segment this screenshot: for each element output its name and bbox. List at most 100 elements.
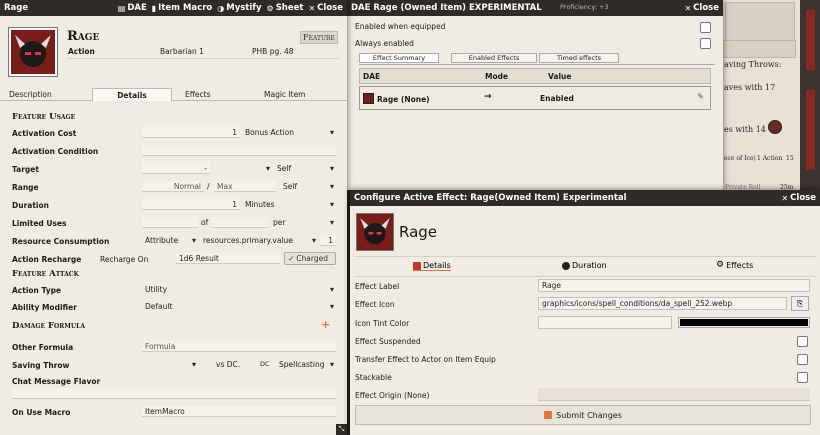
on-use-macro-input[interactable]: ItemMacro [142, 406, 336, 417]
item-macro-button[interactable]: ▮ Item Macro [152, 3, 212, 13]
enabled-when-equipped-label: Enabled when equipped [355, 22, 446, 31]
action-type-label: Action Type [12, 286, 62, 295]
save-scaling-select[interactable]: Spellcasting [276, 359, 336, 370]
duration-units-select[interactable]: Minutes [242, 199, 336, 210]
action-type-select[interactable]: Utility [142, 284, 336, 295]
file-picker-icon[interactable]: ⎘ [791, 296, 809, 311]
ability-modifier-label: Ability Modifier [12, 303, 77, 312]
consume-target-select[interactable]: resources.primary.value [200, 235, 318, 246]
col-dae: DAE [363, 72, 381, 81]
bg-block [722, 40, 796, 58]
section-damage-formula: Damage Formula [12, 321, 85, 331]
tab-effects[interactable]: Effects [185, 90, 211, 99]
range-label: Range [12, 183, 39, 192]
effect-image[interactable] [356, 213, 394, 251]
item-sheet-title: Rage [4, 3, 29, 13]
range-units-select[interactable]: Self [280, 181, 336, 192]
item-activation-type: Action [68, 47, 95, 56]
item-sheet-window: Rage ▤ DAE ▮ Item Macro ◑ Mystify ⚙ Sheet ✕ C… [0, 0, 347, 435]
save-ability-select[interactable] [142, 359, 198, 370]
target-type-select[interactable]: Self [274, 163, 336, 174]
dae-effect-row[interactable]: Rage (None) → Enabled ✎ [359, 86, 711, 110]
bg-ice-value: 15 [786, 155, 794, 162]
bg-es-with: es with 14 [724, 125, 766, 134]
sheet-button[interactable]: ⚙ Sheet [267, 3, 304, 13]
tab-timed-effects[interactable]: Timed effects [539, 53, 619, 63]
tab-effect-summary[interactable]: Effect Summary [359, 53, 439, 63]
col-mode: Mode [485, 72, 509, 81]
dae-button[interactable]: ▤ DAE [118, 3, 147, 13]
duration-value-input[interactable]: 1 [142, 199, 240, 210]
item-type-badge: Feature [300, 31, 338, 44]
uses-value-input[interactable] [142, 217, 198, 228]
bg-ice-name: ece of Ice) [724, 155, 756, 162]
tab-duration[interactable]: Duration [562, 261, 607, 270]
enabled-when-equipped-checkbox[interactable] [700, 22, 711, 33]
range-normal-input[interactable]: Normal [142, 181, 204, 192]
close-icon: ✕ [308, 3, 316, 13]
item-requirement[interactable]: Barbarian 1 [160, 47, 204, 56]
avatar[interactable] [768, 120, 782, 134]
eye-slash-icon: ◑ [217, 3, 225, 13]
suspended-checkbox[interactable] [797, 336, 808, 347]
tab-magic-item[interactable]: Magic Item [264, 90, 306, 99]
suspended-label: Effect Suspended [355, 337, 421, 346]
mystify-button[interactable]: ◑ Mystify [217, 3, 261, 13]
divider [354, 276, 816, 277]
close-button[interactable]: ✕ Close [781, 193, 816, 203]
tint-color-picker[interactable] [678, 317, 810, 328]
activation-cost-label: Activation Cost [12, 129, 77, 138]
chat-flavor-input[interactable] [12, 388, 336, 399]
save-dc-label: DC [260, 360, 270, 368]
effect-row-value: Enabled [540, 94, 574, 103]
consume-type-select[interactable]: Attribute [142, 235, 198, 246]
tab-details[interactable]: Details [413, 261, 451, 271]
item-source[interactable]: PHB pg. 48 [252, 47, 294, 56]
effect-icon-input[interactable]: graphics/icons/spell_conditions/da_spell… [538, 297, 787, 310]
tint-color-input[interactable] [538, 316, 672, 329]
close-button[interactable]: ✕ Close [308, 3, 343, 13]
tab-effects[interactable]: ⚙ Effects [716, 260, 753, 270]
add-damage-icon[interactable]: + [321, 318, 330, 331]
target-units-select[interactable] [212, 163, 272, 174]
uses-max-input[interactable] [212, 217, 268, 228]
always-enabled-checkbox[interactable] [700, 38, 711, 49]
activation-condition-input[interactable] [142, 145, 336, 156]
edit-icon[interactable]: ✎ [697, 92, 704, 101]
tab-description[interactable]: Description [9, 90, 52, 99]
item-image[interactable] [8, 27, 58, 77]
uses-of-label: of [201, 218, 209, 227]
dae-tabs: Effect Summary Enabled Effects Timed eff… [359, 53, 715, 65]
tint-color-label: Icon Tint Color [355, 319, 410, 328]
item-sheet-header[interactable]: Rage ▤ DAE ▮ Item Macro ◑ Mystify ⚙ Sheet ✕ C… [0, 0, 347, 16]
save-vs-label: vs DC. [216, 360, 241, 369]
effect-label-input[interactable]: Rage [538, 279, 810, 292]
clock-icon [562, 261, 570, 270]
range-max-input[interactable]: Max [214, 181, 276, 192]
item-name[interactable]: Rage [67, 29, 99, 44]
resize-handle-icon[interactable]: ⤡ [336, 424, 347, 435]
close-button[interactable]: ✕ Close [684, 3, 719, 13]
recharge-on-label: Recharge On [100, 255, 149, 264]
effect-row-name: Rage (None) [377, 95, 430, 104]
tab-enabled-effects[interactable]: Enabled Effects [451, 53, 537, 63]
stackable-checkbox[interactable] [797, 372, 808, 383]
consume-amount-input[interactable]: 1 [320, 235, 336, 246]
tab-details[interactable]: Details [92, 88, 172, 101]
uses-per-select[interactable]: per [270, 217, 336, 228]
recharge-value-input[interactable]: 1d6 Result [176, 253, 280, 264]
submit-changes-button[interactable]: Submit Changes [355, 405, 811, 425]
other-formula-input[interactable]: Formula [142, 341, 336, 352]
activation-type-select[interactable]: Bonus Action [242, 127, 336, 138]
dae-window: DAE Rage (Owned Item) EXPERIMENTAL ✕ Clos… [347, 0, 723, 190]
transfer-checkbox[interactable] [797, 354, 808, 365]
bg-red-bar [806, 90, 815, 170]
recharge-charged-toggle[interactable]: ✓ Charged [284, 252, 336, 265]
activation-cost-input[interactable]: 1 [142, 127, 240, 138]
target-value-input[interactable]: - [142, 163, 210, 174]
save-icon [544, 411, 553, 419]
active-effect-header[interactable]: Configure Active Effect: Rage(Owned Item… [350, 190, 820, 206]
dae-window-header[interactable]: DAE Rage (Owned Item) EXPERIMENTAL ✕ Clos… [347, 0, 723, 16]
bg-ice-action: 1 Action [757, 155, 783, 162]
ability-modifier-select[interactable]: Default [142, 301, 336, 312]
